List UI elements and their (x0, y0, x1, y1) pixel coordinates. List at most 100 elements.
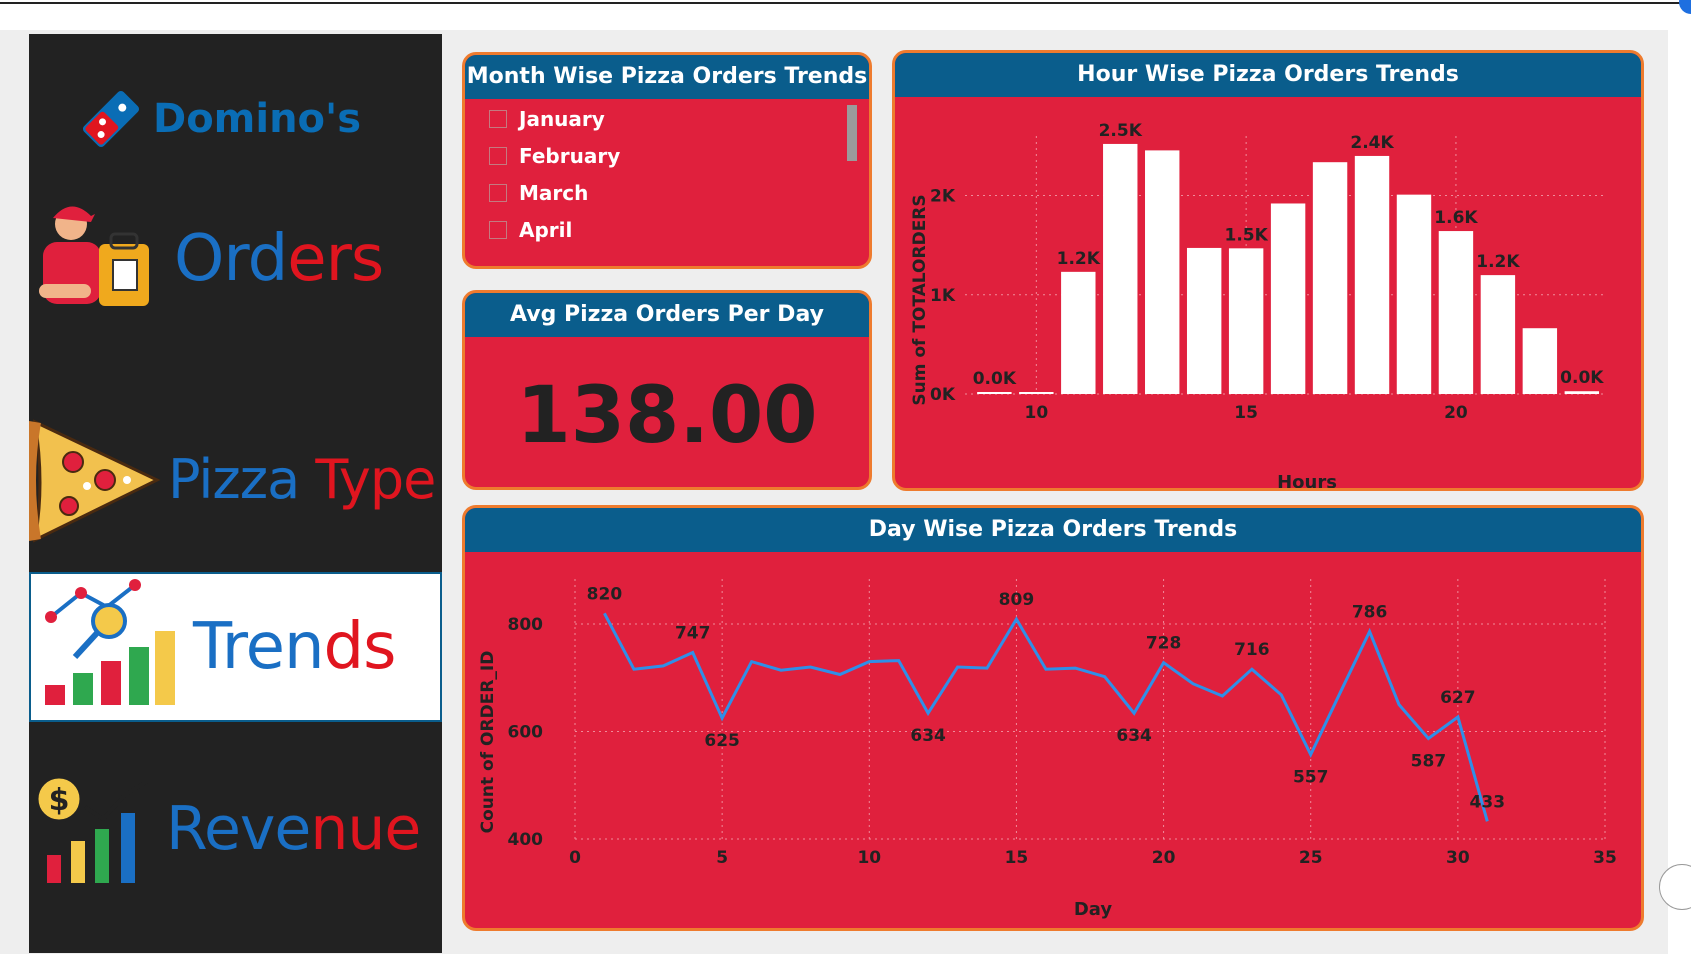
slicer-scrollbar[interactable] (847, 105, 857, 161)
day-data-label: 728 (1146, 634, 1182, 654)
day-x-tick: 30 (1446, 848, 1470, 868)
day-chart-title: Day Wise Pizza Orders Trends (465, 508, 1641, 552)
day-data-label: 433 (1470, 792, 1506, 812)
hour-bar (977, 392, 1012, 394)
delivery-person-icon (39, 206, 149, 306)
trend-chart-icon (45, 579, 175, 705)
day-y-tick: 600 (508, 723, 544, 743)
nav-trends-label-b: ds (323, 610, 397, 684)
hour-data-label: 2.5K (1099, 121, 1143, 141)
day-data-label: 557 (1293, 768, 1329, 788)
day-data-label: 820 (587, 584, 623, 604)
pizza-slice-icon (29, 419, 161, 543)
dominos-domino-icon (82, 90, 140, 148)
hour-data-label: 1.5K (1224, 225, 1268, 245)
day-data-label: 809 (999, 590, 1035, 610)
month-slicer-card: Month Wise Pizza Orders Trends January F… (462, 52, 872, 269)
nav-pizza-type[interactable]: Pizza Type (29, 404, 442, 554)
revenue-chart-icon: $ (35, 775, 153, 883)
hour-chart-card: Hour Wise Pizza Orders Trends 0.0K 1.2K 2.… (892, 50, 1644, 491)
day-data-label: 587 (1411, 751, 1447, 771)
day-x-tick: 0 (569, 848, 581, 868)
hour-data-label: 0.0K (973, 369, 1017, 389)
nav-trends[interactable]: Trends (29, 572, 442, 722)
checkbox[interactable] (489, 110, 507, 128)
day-data-label: 716 (1234, 640, 1270, 660)
day-data-label: 786 (1352, 603, 1388, 623)
checkbox[interactable] (489, 184, 507, 202)
hour-y-tick: 1K (930, 286, 956, 306)
hour-data-label: 1.2K (1057, 249, 1101, 269)
day-x-tick: 10 (857, 848, 881, 868)
hour-x-tick: 20 (1444, 403, 1468, 423)
hour-data-label: 0.0K (1560, 368, 1604, 388)
hour-x-tick: 15 (1234, 403, 1258, 423)
checkbox[interactable] (489, 147, 507, 165)
nav-orders-label-b: ers (287, 222, 384, 296)
hour-x-tick: 10 (1024, 403, 1048, 423)
day-data-label: 747 (675, 623, 711, 643)
slicer-option-march[interactable]: March (489, 181, 588, 205)
slicer-option-label: January (519, 107, 605, 131)
hour-data-label: 2.4K (1350, 133, 1394, 153)
hour-chart-title: Hour Wise Pizza Orders Trends (895, 53, 1641, 97)
day-x-tick: 5 (716, 848, 728, 868)
sidebar-nav: Domino's Orders Pizza Type Trends $ Reve… (29, 34, 442, 953)
nav-pizza-type-label-a: Pizza (168, 447, 316, 511)
window-top-border (0, 2, 1680, 4)
hour-bar (1019, 392, 1054, 394)
avg-orders-title: Avg Pizza Orders Per Day (465, 293, 869, 337)
day-x-tick: 20 (1152, 848, 1176, 868)
hour-bar (1522, 328, 1558, 394)
slicer-option-label: March (519, 181, 589, 205)
day-x-tick: 15 (1005, 848, 1029, 868)
brand-logo[interactable]: Domino's (29, 74, 442, 164)
hour-bar (1061, 271, 1096, 394)
slicer-option-april[interactable]: April (489, 218, 572, 242)
hour-chart-ylabel: Sum of TOTALORDERS (910, 194, 930, 405)
day-chart-ylabel: Count of ORDER_ID (478, 651, 498, 834)
nav-orders[interactable]: Orders (29, 184, 442, 334)
day-data-label: 627 (1440, 688, 1476, 708)
slicer-option-february[interactable]: February (489, 144, 620, 168)
nav-revenue-label-a: Reve (166, 794, 311, 864)
hour-data-label: 1.2K (1476, 252, 1520, 272)
day-chart-card: Day Wise Pizza Orders Trends 820 747 625 63… (462, 505, 1644, 931)
hour-y-tick: 2K (930, 187, 956, 207)
day-data-label: 634 (1116, 726, 1152, 746)
hour-y-tick: 0K (930, 385, 956, 405)
slicer-option-label: February (519, 144, 621, 168)
avg-orders-value: 138.00 (516, 371, 818, 461)
hour-chart-plot: 0.0K 1.2K 2.5K 1.5K 2.4K 1.6K 1.2K 0.0K 0K 1K 2K 1… (910, 121, 1607, 488)
slicer-option-label: April (519, 218, 573, 242)
slicer-option-january[interactable]: January (489, 107, 605, 131)
day-y-tick: 400 (508, 830, 544, 850)
avg-orders-card: Avg Pizza Orders Per Day 138.00 (462, 290, 872, 490)
day-x-tick: 35 (1593, 848, 1617, 868)
day-x-tick: 25 (1299, 848, 1323, 868)
hour-data-label: 1.6K (1434, 208, 1478, 228)
hour-bar (1480, 275, 1516, 394)
nav-trends-label-a: Tren (193, 610, 325, 684)
hour-bar (1354, 155, 1390, 394)
nav-pizza-type-label-b: Type (315, 447, 436, 511)
hour-bar (1270, 203, 1306, 394)
hour-bar (1186, 247, 1222, 394)
hour-bar (1564, 391, 1600, 394)
brand-name: Domino's (153, 96, 362, 142)
nav-revenue[interactable]: $ Revenue (29, 754, 442, 904)
hour-bar (1145, 150, 1180, 394)
day-chart-plot: 820747625 634809634728 716557786587627433 … (478, 579, 1617, 920)
hour-bar (1228, 248, 1264, 394)
day-data-label: 634 (910, 726, 946, 746)
checkbox[interactable] (489, 221, 507, 239)
hour-bar (1103, 143, 1138, 394)
corner-indicator (1679, 0, 1691, 14)
nav-revenue-label-b: nue (310, 794, 421, 864)
nav-orders-label-a: Ord (174, 222, 288, 296)
day-y-tick: 800 (508, 615, 544, 635)
hour-bar (1312, 162, 1348, 394)
day-series-line (603, 612, 1489, 822)
hour-bar (1438, 231, 1474, 394)
hour-bar (1396, 194, 1432, 394)
